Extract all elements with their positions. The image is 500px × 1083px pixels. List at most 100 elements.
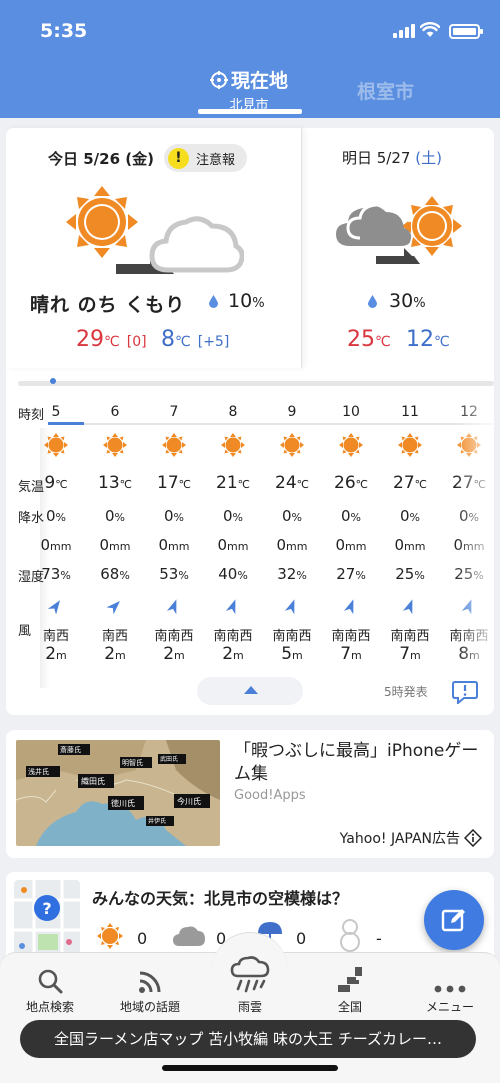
hour-temp: 27℃ bbox=[382, 473, 438, 493]
hourly-scroll-timeline[interactable] bbox=[18, 381, 494, 386]
today-high-unit: ℃ bbox=[104, 334, 120, 350]
hour-wind-direction: 南南西 bbox=[154, 629, 194, 644]
hour-humidity: 68% bbox=[87, 565, 143, 583]
hour-wind-speed-value: 7 bbox=[399, 644, 411, 664]
hour-wind-direction: 南南西 bbox=[390, 629, 430, 644]
ad-label-text: Yahoo! JAPAN広告 bbox=[339, 831, 460, 847]
today-high-temp: 29℃ [0] bbox=[76, 327, 147, 352]
hour-prob-value: 0 bbox=[164, 507, 174, 525]
sunny-icon bbox=[162, 433, 186, 457]
hour-temp-value: 17 bbox=[157, 473, 179, 493]
wind-direction-icon bbox=[106, 601, 120, 615]
wind-direction-icon bbox=[225, 599, 236, 615]
nav-search-label: 地点検索 bbox=[25, 1000, 74, 1014]
hours-divider bbox=[48, 423, 494, 425]
hour-wind-arrow bbox=[264, 598, 320, 618]
today-panel[interactable]: 今日 5/26 (金) ! 注意報 晴れ のち くもり 10% 29℃ [0] … bbox=[6, 128, 302, 368]
hour-precip-amount: 0mm bbox=[323, 536, 379, 554]
temp-unit: ℃ bbox=[355, 478, 368, 491]
hour-prob-value: 0 bbox=[400, 507, 410, 525]
feedback-icon[interactable] bbox=[452, 680, 478, 704]
amount-unit: mm bbox=[50, 540, 72, 553]
current-hour-indicator bbox=[48, 422, 84, 425]
nav-nationwide-label: 全国 bbox=[337, 1000, 362, 1014]
hour-amount-value: 0 bbox=[158, 536, 169, 554]
status-bar: 5:35 bbox=[0, 18, 500, 48]
amount-unit: mm bbox=[109, 540, 131, 553]
today-weather-text: 晴れ のち くもり bbox=[30, 294, 186, 316]
tab-current-location[interactable]: 現在地 北見市 bbox=[195, 66, 303, 113]
raindrop-icon bbox=[368, 295, 377, 308]
hour-humidity: 27% bbox=[323, 565, 379, 583]
sunny-icon bbox=[398, 433, 422, 457]
hour-wind-direction: 南南西 bbox=[272, 629, 312, 644]
hour-temp-value: 24 bbox=[275, 473, 297, 493]
warning-badge[interactable]: ! 注意報 bbox=[163, 144, 247, 172]
today-high-value: 29 bbox=[76, 327, 104, 352]
prob-unit: % bbox=[350, 511, 361, 524]
hour-wind-speed-value: 2 bbox=[104, 644, 116, 664]
hour-precip-prob: 0% bbox=[264, 507, 320, 525]
search-icon bbox=[38, 969, 63, 994]
humidity-unit: % bbox=[296, 569, 307, 582]
prob-unit: % bbox=[55, 511, 66, 524]
nav-local-topics-label: 地域の話題 bbox=[119, 1000, 180, 1014]
nav-local-topics[interactable]: 地域の話題 bbox=[100, 958, 200, 1015]
tomorrow-day-of-week: (土) bbox=[415, 149, 442, 167]
collapse-button[interactable] bbox=[197, 677, 303, 705]
hour-prob-value: 0 bbox=[282, 507, 292, 525]
sunny-count: 0 bbox=[137, 929, 148, 948]
hour-humidity: 73% bbox=[28, 565, 84, 583]
news-ticker[interactable]: 全国ラーメン店マップ 苫小牧編 味の大王 チーズカレー… bbox=[20, 1020, 476, 1058]
hour-precip-amount: 0mm bbox=[87, 536, 143, 554]
ad-label[interactable]: Yahoo! JAPAN広告 bbox=[340, 828, 482, 848]
cloudy-icon bbox=[173, 926, 205, 946]
post-report-button[interactable] bbox=[424, 890, 484, 950]
map-label-takeda: 武田氏 bbox=[160, 755, 178, 763]
today-precip-value: 10 bbox=[228, 290, 253, 312]
cloudy-then-sunny-icon bbox=[336, 196, 462, 264]
nav-search[interactable]: 地点検索 bbox=[0, 958, 100, 1015]
nav-menu[interactable]: メニュー bbox=[400, 958, 500, 1015]
hour-wind-direction: 南西 bbox=[101, 629, 128, 644]
sunny-icon bbox=[97, 923, 123, 949]
scroll-fade bbox=[454, 403, 494, 688]
hour-wind-speed: 2m bbox=[28, 644, 84, 664]
hour-prob-value: 0 bbox=[223, 507, 233, 525]
sunny-then-cloudy-icon bbox=[66, 186, 244, 274]
hour-amount-value: 0 bbox=[335, 536, 346, 554]
hour-wind-arrow bbox=[87, 598, 143, 618]
hour-wind-arrow bbox=[146, 598, 202, 618]
tomorrow-precip: 30% bbox=[389, 290, 426, 312]
prob-unit: % bbox=[232, 511, 243, 524]
nav-menu-label: メニュー bbox=[425, 1000, 474, 1014]
hour-amount-value: 0 bbox=[394, 536, 405, 554]
tab-nemuro[interactable]: 根室市 bbox=[357, 77, 414, 104]
today-low-value: 8 bbox=[161, 327, 175, 352]
ad-info-icon[interactable] bbox=[464, 829, 482, 847]
hour-humidity-value: 40 bbox=[218, 565, 238, 583]
wifi-icon bbox=[420, 22, 440, 37]
minna-map-thumbnail: ? bbox=[14, 880, 80, 960]
hour-wind-speed: 2m bbox=[87, 644, 143, 664]
map-icon bbox=[338, 967, 362, 992]
hour-wind-arrow bbox=[382, 598, 438, 618]
temp-unit: ℃ bbox=[296, 478, 309, 491]
wind-direction-icon bbox=[47, 600, 61, 615]
nav-rain-radar[interactable]: 雨雲 bbox=[200, 956, 300, 1015]
hour-weather-icon bbox=[28, 432, 84, 462]
hour-wind-direction: 南南西 bbox=[213, 629, 253, 644]
more-icon bbox=[434, 985, 466, 993]
nav-nationwide[interactable]: 全国 bbox=[300, 958, 400, 1015]
hour-humidity-value: 32 bbox=[277, 565, 297, 583]
hour-wind-speed: 2m bbox=[146, 644, 202, 664]
ad-card[interactable]: 斎藤氏 浅井氏 織田氏 明智氏 武田氏 徳川氏 今川氏 井伊氏 「暇つぶしに最高… bbox=[6, 730, 494, 858]
today-low-temp: 8℃ [+5] bbox=[161, 327, 229, 352]
hour-weather-icon bbox=[205, 432, 261, 462]
hour-wind-speed-value: 5 bbox=[281, 644, 293, 664]
rss-icon bbox=[139, 971, 161, 993]
humidity-unit: % bbox=[355, 569, 366, 582]
hour-precip-prob: 0% bbox=[87, 507, 143, 525]
ad-title[interactable]: 「暇つぶしに最高」iPhoneゲーム集 bbox=[234, 740, 490, 786]
wind-direction-icon bbox=[402, 599, 413, 615]
